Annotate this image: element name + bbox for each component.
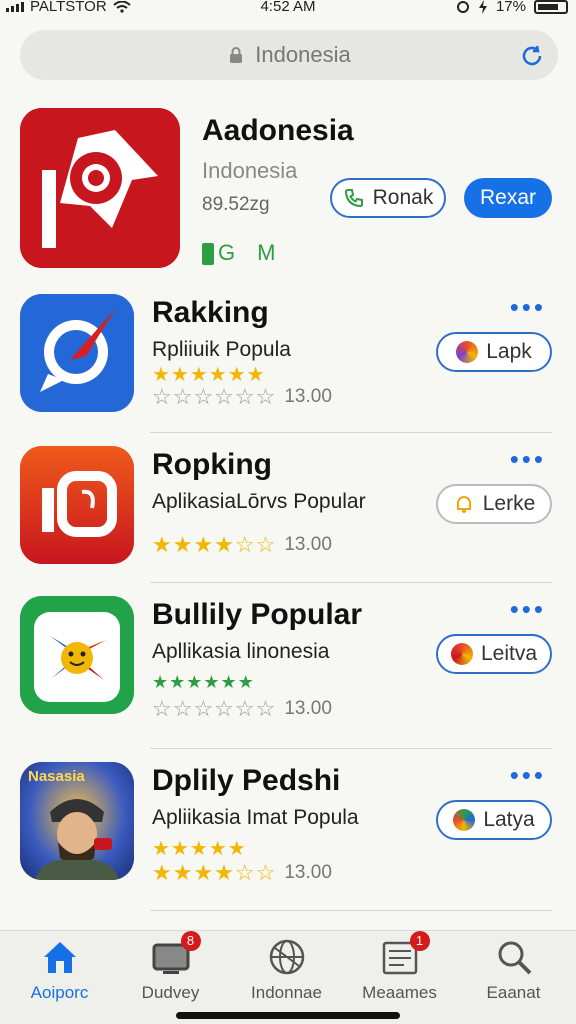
rexar-button[interactable]: Rexar [464,178,552,218]
more-options-button[interactable]: ••• [510,762,546,788]
search-icon [494,937,534,977]
app-description: Apllikasia linonesia [152,640,330,663]
featured-app-size: 89.52zg [202,194,270,215]
featured-tag-g: G [202,240,235,266]
star-rating: ☆☆☆☆☆☆ [152,696,277,721]
tab-tv[interactable]: 8 Dudvey [113,931,228,1003]
app-mini-icon [456,341,479,363]
star-rating: ☆☆☆☆☆☆ [152,384,277,409]
pinwheel-smiley-icon[interactable] [20,596,134,714]
tab-news[interactable]: 1 Meaames [342,931,457,1003]
divider [150,748,552,749]
status-bar: PALTSTOR 4:52 AM 17% [0,0,576,18]
featured-tags: G M [202,240,275,266]
featured-app-subtitle: Indonesia [202,158,298,183]
notification-badge: 8 [180,931,201,951]
phone-icon [344,189,363,208]
icon-label: Nasasia [28,768,85,785]
divider [150,582,552,583]
app-name: Bullily Popular [152,598,363,631]
install-button[interactable]: Lapk [436,332,552,372]
more-options-button[interactable]: ••• [510,446,546,472]
lock-icon [230,47,243,63]
bell-icon [456,496,471,513]
install-button[interactable]: Leitva [436,634,552,674]
rating-row: ★★★★☆☆ 13.00 [152,860,332,886]
install-button[interactable]: Lerke [436,484,552,524]
rating-value: 13.00 [284,386,332,407]
app-name: Ropking [152,448,272,481]
rating-row: ☆☆☆☆☆☆ 13.00 [152,384,332,410]
rating-row: ☆☆☆☆☆☆ 13.00 [152,696,332,722]
divider [150,432,552,433]
more-options-button[interactable]: ••• [510,596,546,622]
tab-search[interactable]: Eaanat [456,937,571,1003]
battery-icon [534,0,568,14]
tv-icon: 8 [151,931,201,977]
globe-icon [267,937,307,977]
pinwheel-logo-icon[interactable] [20,108,180,268]
notification-badge: 1 [409,931,430,951]
featured-tag-m: M [257,240,276,265]
app-mini-icon [450,643,473,665]
home-icon [40,937,80,977]
home-indicator [176,1012,400,1019]
tab-home[interactable]: Aoiporc [2,937,117,1003]
app-name: Dplily Pedshi [152,764,341,797]
game-character-icon[interactable]: Nasasia [20,762,134,880]
tab-globe[interactable]: Indonnae [229,937,344,1003]
rating-value: 13.00 [284,862,332,883]
compass-chat-icon[interactable] [20,294,134,412]
app-description: Rpliiuik Popula [152,338,291,361]
ronak-button[interactable]: Ronak [330,178,446,218]
alarm-icon [456,0,469,13]
star-rating-top: ★★★★★★ [152,672,255,692]
charging-icon [478,0,487,14]
install-button[interactable]: Latya [436,800,552,840]
star-rating: ★★★★☆☆ [152,860,277,885]
divider [150,910,552,911]
search-bar[interactable]: Indonesia [20,30,558,80]
battery-percent: 17% [495,0,526,15]
search-text: Indonesia [255,42,351,67]
featured-app-card[interactable]: Aadonesia Indonesia 89.52zg G M Ronak Re… [20,106,556,270]
tab-bar: Aoiporc 8 Dudvey Indonnae 1 Meaames Eaan… [0,930,576,1024]
rating-value: 13.00 [284,534,332,555]
rating-value: 13.00 [284,698,332,719]
green-block-icon [202,243,214,266]
more-options-button[interactable]: ••• [510,294,546,320]
rating-row: ★★★★☆☆ 13.00 [152,532,332,558]
app-name: Rakking [152,296,269,329]
star-rating-top: ★★★★★ [152,838,247,860]
star-rating: ★★★★☆☆ [152,532,277,557]
app-mini-icon [453,809,476,831]
photo-frame-icon[interactable] [20,446,134,564]
featured-app-title: Aadonesia [202,114,354,147]
app-description: Apliikasia Imat Popula [152,806,359,829]
app-description: AplikasiaLōrvs Popular [152,490,366,513]
refresh-icon[interactable] [518,42,546,70]
news-icon: 1 [380,931,430,977]
